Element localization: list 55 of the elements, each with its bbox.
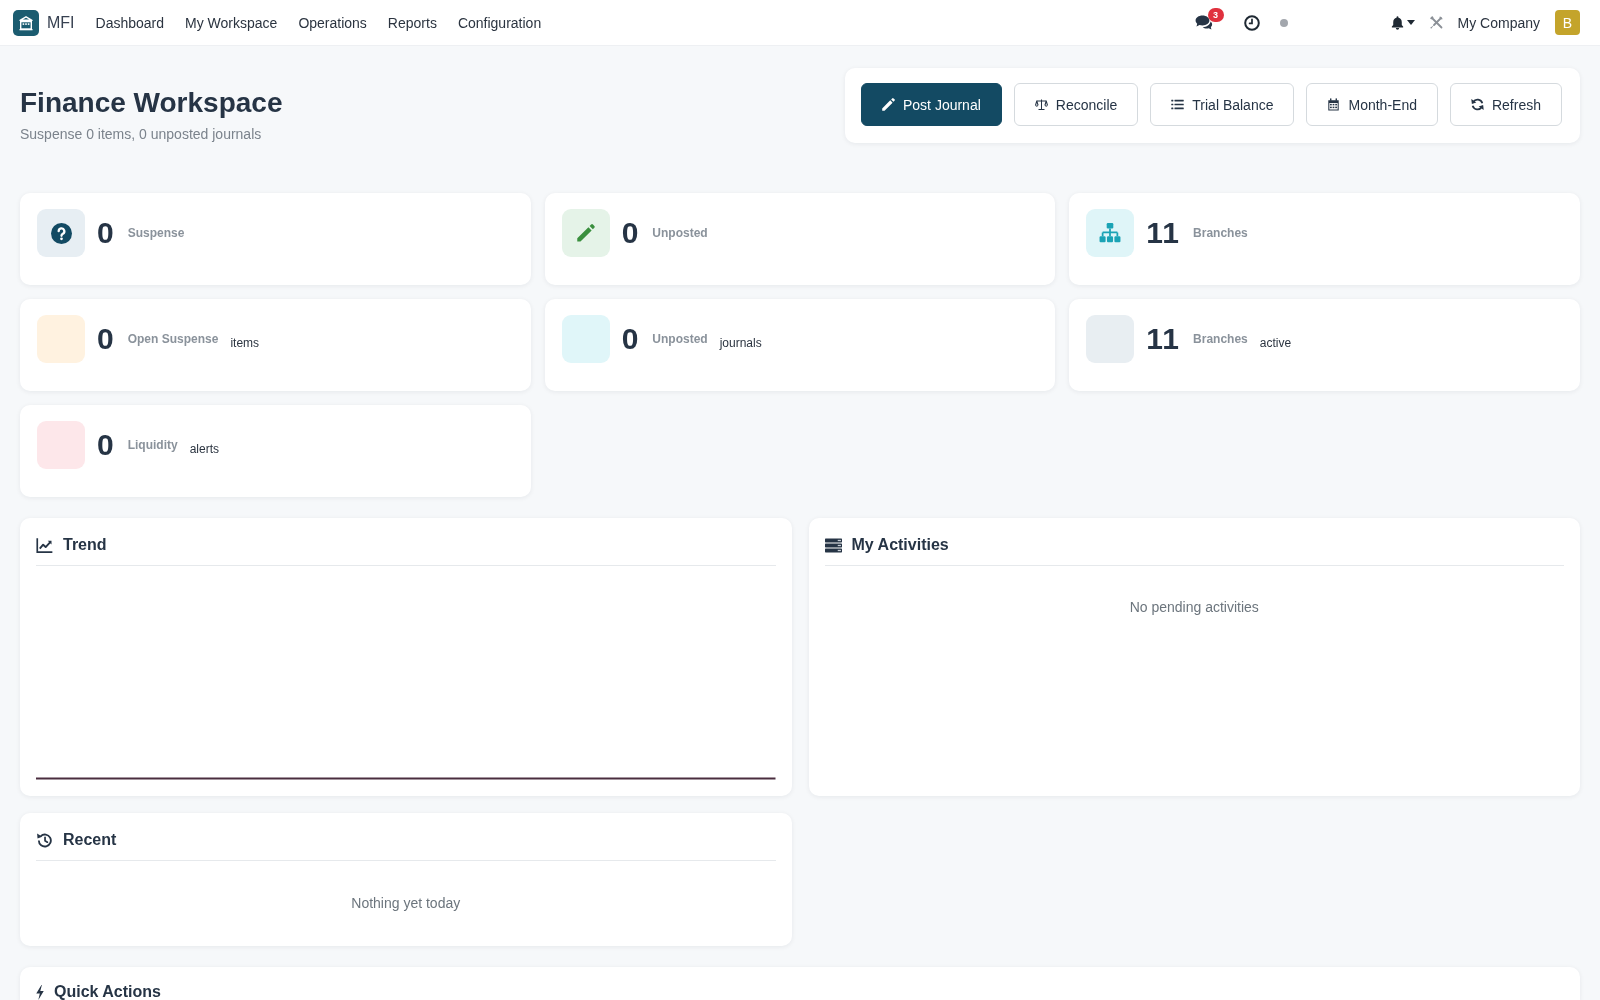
stat-label: Suspense	[127, 226, 185, 240]
stat-label: Unposted	[652, 332, 708, 346]
panel-title: Trend	[63, 535, 107, 555]
month-end-button[interactable]: Month-End	[1306, 83, 1438, 126]
refresh-icon	[1470, 98, 1484, 111]
stat-value: 0	[97, 215, 115, 251]
brand-name[interactable]: MFI	[47, 13, 75, 32]
calendar-icon	[1327, 98, 1341, 111]
stat-value: 0	[97, 427, 115, 463]
stat-label: Liquidity	[127, 438, 178, 452]
stat-note: active	[1259, 336, 1292, 350]
chat-icon[interactable]	[1194, 15, 1213, 30]
stat-label: Branches	[1193, 332, 1248, 346]
trial-balance-button[interactable]: Trial Balance	[1150, 83, 1295, 126]
panel-title: My Activities	[851, 535, 949, 555]
reconcile-button[interactable]: Reconcile	[1013, 83, 1139, 126]
page-subtitle: Suspense 0 items, 0 unposted journals	[20, 125, 263, 144]
message-count-badge: 3	[1207, 8, 1224, 22]
stat-value: 11	[1146, 215, 1181, 251]
stat-label: Unposted	[652, 226, 708, 240]
menu-item[interactable]: Configuration	[457, 14, 542, 31]
stat-label: Branches	[1193, 226, 1248, 240]
line-chart-icon	[36, 537, 53, 553]
stat-label: Open Suspense	[127, 332, 219, 346]
company-switcher[interactable]: My Company	[1457, 14, 1540, 31]
bolt-icon	[36, 984, 44, 1000]
stat-note: alerts	[189, 442, 220, 456]
stat-note: journals	[719, 336, 762, 350]
stat-value: 11	[1146, 321, 1181, 357]
empty-state-text: Nothing yet today	[351, 894, 461, 913]
list-icon	[1171, 98, 1185, 111]
status-dot-icon	[1279, 18, 1288, 27]
stat-value: 0	[621, 321, 640, 357]
pencil-icon	[882, 98, 895, 111]
menu-item[interactable]: Reports	[387, 14, 437, 31]
stat-value: 0	[97, 321, 115, 357]
empty-state-text: No pending activities	[1129, 598, 1259, 617]
stat-value: 0	[621, 215, 640, 251]
balance-scale-icon	[1034, 98, 1048, 111]
bank-building-icon[interactable]	[13, 9, 39, 36]
panel-title: Recent	[63, 830, 117, 850]
refresh-button[interactable]: Refresh	[1449, 83, 1562, 126]
caret-icon[interactable]	[1406, 20, 1415, 25]
panel-title: Quick Actions	[54, 983, 161, 1000]
menu-item[interactable]: Operations	[298, 14, 367, 31]
bell-icon[interactable]	[1390, 15, 1404, 30]
stat-note: items	[230, 336, 260, 350]
history-icon	[36, 832, 53, 848]
menu-item[interactable]: Dashboard	[95, 14, 165, 31]
menu-item[interactable]: My Workspace	[185, 14, 278, 31]
post-journal-button[interactable]: Post Journal	[861, 83, 1002, 126]
clock-icon[interactable]	[1243, 14, 1260, 31]
crossed-tools-icon[interactable]	[1428, 15, 1444, 30]
page-title: Finance Workspace	[20, 86, 283, 120]
stacked-bars-icon	[824, 537, 842, 553]
